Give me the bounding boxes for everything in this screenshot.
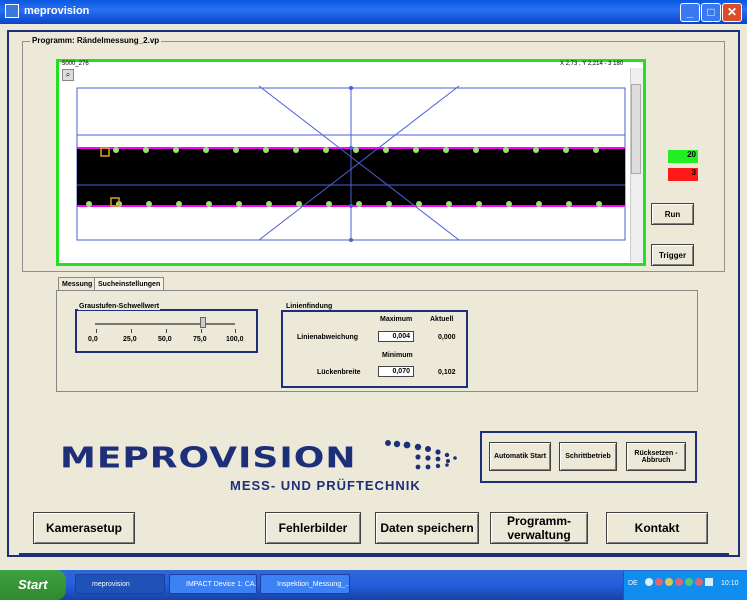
linienabweichung-actual: 0,000	[438, 334, 456, 341]
minimize-button[interactable]: _	[680, 3, 700, 22]
kontakt-button[interactable]: Kontakt	[606, 512, 708, 544]
app-icon	[5, 4, 19, 18]
title-bar	[0, 0, 747, 24]
kamerasetup-button[interactable]: Kamerasetup	[33, 512, 135, 544]
window-title: meprovision	[24, 5, 90, 17]
maximize-button[interactable]: □	[701, 3, 721, 22]
graustufen-title: Graustufen-Schwellwert	[78, 303, 161, 310]
taskbar-item[interactable]: meprovision	[75, 574, 165, 594]
scrollbar-thumb[interactable]	[631, 84, 641, 174]
slider-label: 100,0	[226, 336, 244, 343]
nok-counter: 3	[668, 168, 698, 181]
run-button[interactable]: Run	[651, 203, 694, 225]
slider-tick	[96, 329, 97, 333]
marker-dot	[349, 238, 353, 242]
linienabweichung-max-input[interactable]: 0,004	[378, 331, 414, 342]
program-label: Programm: Rändelmessung_2.vp	[30, 36, 162, 45]
tray-icons[interactable]	[643, 574, 715, 590]
close-button[interactable]: ✕	[722, 3, 742, 22]
automatik-start-button[interactable]: Automatik Start	[489, 442, 551, 471]
camera-info-right: X 2,73 , Y 2,214 - 3 180	[560, 61, 624, 67]
programmverwaltung-button[interactable]: Programm-verwaltung	[490, 512, 588, 544]
language-indicator[interactable]: DE	[628, 580, 638, 587]
brand-subtitle: MESS- UND PRÜFTECHNIK	[230, 478, 421, 493]
maximum-header: Maximum	[380, 316, 413, 323]
slider-label: 0,0	[88, 336, 98, 343]
slider-tick	[166, 329, 167, 333]
lueckenbreite-label: Lückenbreite	[317, 369, 361, 376]
marker-dot	[349, 146, 353, 150]
slider-tick	[131, 329, 132, 333]
taskbar-item[interactable]: IMPACT Device 1: CA...	[169, 574, 257, 594]
minimum-header: Minimum	[382, 352, 413, 359]
slider-label: 50,0	[158, 336, 172, 343]
camera-info-left: 5000_276	[62, 61, 89, 67]
lueckenbreite-min-input[interactable]: 0,070	[378, 366, 414, 377]
daten-speichern-button[interactable]: Daten speichern	[375, 512, 479, 544]
marker-dot	[349, 204, 353, 208]
lueckenbreite-actual: 0,102	[438, 369, 456, 376]
threshold-slider-track[interactable]	[95, 323, 235, 325]
slider-tick	[201, 329, 202, 333]
aktuell-header: Aktuell	[430, 316, 454, 323]
trigger-button[interactable]: Trigger	[651, 244, 694, 266]
camera-image	[76, 85, 626, 242]
brand-logo: MEPROVISION	[60, 442, 357, 475]
clock: 10:10	[721, 580, 739, 587]
linienabweichung-label: Linienabweichung	[297, 334, 359, 341]
fehlerbilder-button[interactable]: Fehlerbilder	[265, 512, 361, 544]
schrittbetrieb-button[interactable]: Schrittbetrieb	[559, 442, 617, 471]
start-button[interactable]: Start	[0, 570, 66, 600]
taskbar-item[interactable]: Inspektion_Messung_...	[260, 574, 350, 594]
logo-dots	[385, 440, 457, 470]
linienfindung-title: Linienfindung	[285, 303, 334, 310]
threshold-slider-thumb[interactable]	[200, 317, 206, 328]
slider-tick	[235, 329, 236, 333]
zoom-icon[interactable]: ⌕	[62, 69, 74, 81]
ruecksetzen-abbruch-button[interactable]: Rücksetzen - Abbruch	[626, 442, 686, 471]
marker-dot	[349, 86, 353, 90]
slider-label: 25,0	[123, 336, 137, 343]
bottom-divider	[19, 553, 729, 555]
ok-counter: 20	[668, 150, 698, 163]
slider-label: 75,0	[193, 336, 207, 343]
